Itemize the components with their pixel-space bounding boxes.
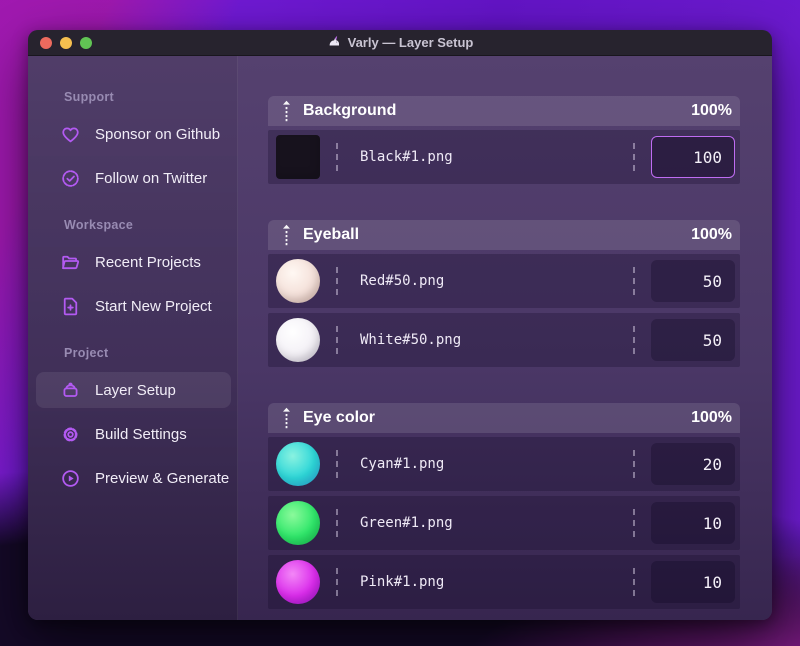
layer-thumbnail <box>276 560 320 604</box>
group-header[interactable]: Background 100% <box>268 96 740 126</box>
zoom-button[interactable] <box>80 36 92 49</box>
layer-weight-input[interactable] <box>651 502 735 544</box>
layer-weight-input[interactable] <box>651 260 735 302</box>
group-header[interactable]: Eye color 100% <box>268 403 740 433</box>
divider-dashed <box>633 509 635 537</box>
layer-row[interactable]: Cyan#1.png <box>268 437 740 491</box>
layer-weight-input[interactable] <box>651 443 735 485</box>
divider-dashed <box>633 143 635 171</box>
layer-thumbnail <box>276 135 320 179</box>
sidebar-item-label: Start New Project <box>95 297 212 315</box>
section-label-project: Project <box>64 346 109 360</box>
layer-row[interactable]: Green#1.png <box>268 496 740 550</box>
divider-dashed <box>633 450 635 478</box>
traffic-lights <box>40 30 92 55</box>
badge-check-icon <box>60 168 81 189</box>
group-percent: 100% <box>691 226 732 243</box>
layer-thumbnail <box>276 259 320 303</box>
group-percent: 100% <box>691 409 732 426</box>
layer-thumbnail <box>276 442 320 486</box>
layer-thumbnail <box>276 318 320 362</box>
group-title: Background <box>303 102 397 119</box>
layer-group-eyeball: Eyeball 100% Red#50.png White#50.png <box>268 220 740 367</box>
minimize-button[interactable] <box>60 36 72 49</box>
layer-filename: Red#50.png <box>360 273 445 289</box>
sidebar-item-label: Follow on Twitter <box>95 169 208 187</box>
layer-thumbnail <box>276 501 320 545</box>
titlebar[interactable]: Varly — Layer Setup <box>28 30 772 56</box>
divider-dashed <box>336 509 338 537</box>
window-title-text: Varly — Layer Setup <box>347 35 474 50</box>
app-window: Varly — Layer Setup Support Sponsor on G… <box>28 30 772 620</box>
sidebar-item-label: Layer Setup <box>95 381 176 399</box>
divider-dashed <box>336 568 338 596</box>
sidebar-item-recent-projects[interactable]: Recent Projects <box>36 244 231 280</box>
divider-dashed <box>336 450 338 478</box>
group-percent: 100% <box>691 102 732 119</box>
window-body: Support Sponsor on Github Follow on Twit… <box>28 56 772 620</box>
layer-setup-panel: Background 100% Black#1.png 100 Eyeball … <box>238 56 772 620</box>
sidebar-item-layer-setup[interactable]: Layer Setup <box>36 372 231 408</box>
layer-filename: Black#1.png <box>360 149 453 165</box>
window-title: Varly — Layer Setup <box>327 35 474 50</box>
divider-dashed <box>633 267 635 295</box>
group-title: Eye color <box>303 409 376 426</box>
divider-dashed <box>633 568 635 596</box>
sidebar-section-workspace: Workspace Recent Projects Start New Proj… <box>36 218 231 324</box>
divider-dashed <box>633 326 635 354</box>
drag-handle-icon[interactable] <box>282 407 291 429</box>
layer-filename: Pink#1.png <box>360 574 445 590</box>
unicorn-icon <box>329 35 339 46</box>
layer-weight-input[interactable] <box>651 319 735 361</box>
gear-icon <box>60 424 81 445</box>
divider-dashed <box>336 143 338 171</box>
sidebar-item-label: Sponsor on Github <box>95 125 221 143</box>
layer-group-background: Background 100% Black#1.png <box>268 96 740 184</box>
sidebar-item-label: Preview & Generate <box>95 469 230 487</box>
layer-filename: White#50.png <box>360 332 462 348</box>
layer-row[interactable]: White#50.png <box>268 313 740 367</box>
sidebar-item-preview-generate[interactable]: Preview & Generate <box>36 460 231 496</box>
sidebar-item-build-settings[interactable]: Build Settings <box>36 416 231 452</box>
drag-handle-icon[interactable] <box>282 100 291 122</box>
layer-filename: Green#1.png <box>360 515 453 531</box>
sidebar: Support Sponsor on Github Follow on Twit… <box>28 56 238 620</box>
divider-dashed <box>336 267 338 295</box>
section-label-workspace: Workspace <box>64 218 134 232</box>
group-title: Eyeball <box>303 226 360 243</box>
layer-group-eye-color: Eye color 100% Cyan#1.png Green#1.png <box>268 403 740 609</box>
layers-basket-icon <box>60 380 81 401</box>
layer-filename: Cyan#1.png <box>360 456 445 472</box>
file-plus-icon <box>60 296 81 317</box>
layer-row[interactable]: Red#50.png <box>268 254 740 308</box>
close-button[interactable] <box>40 36 52 49</box>
section-label-support: Support <box>64 90 115 104</box>
layer-row[interactable]: Pink#1.png <box>268 555 740 609</box>
sidebar-section-project: Project Layer Setup Build Settings Previ… <box>36 346 231 496</box>
heart-icon <box>60 124 81 145</box>
drag-handle-icon[interactable] <box>282 224 291 246</box>
layer-row[interactable]: Black#1.png <box>268 130 740 184</box>
divider-dashed <box>336 326 338 354</box>
play-circle-icon <box>60 468 81 489</box>
sidebar-item-follow-on-twitter[interactable]: Follow on Twitter <box>36 160 231 196</box>
layer-weight-input[interactable] <box>651 136 735 178</box>
sidebar-section-support: Support Sponsor on Github Follow on Twit… <box>36 90 231 196</box>
sidebar-item-sponsor-on-github[interactable]: Sponsor on Github <box>36 116 231 152</box>
group-header[interactable]: Eyeball 100% <box>268 220 740 250</box>
sidebar-item-start-new-project[interactable]: Start New Project <box>36 288 231 324</box>
folder-open-icon <box>60 252 81 273</box>
layer-weight-input[interactable] <box>651 561 735 603</box>
sidebar-item-label: Recent Projects <box>95 253 201 271</box>
sidebar-item-label: Build Settings <box>95 425 187 443</box>
